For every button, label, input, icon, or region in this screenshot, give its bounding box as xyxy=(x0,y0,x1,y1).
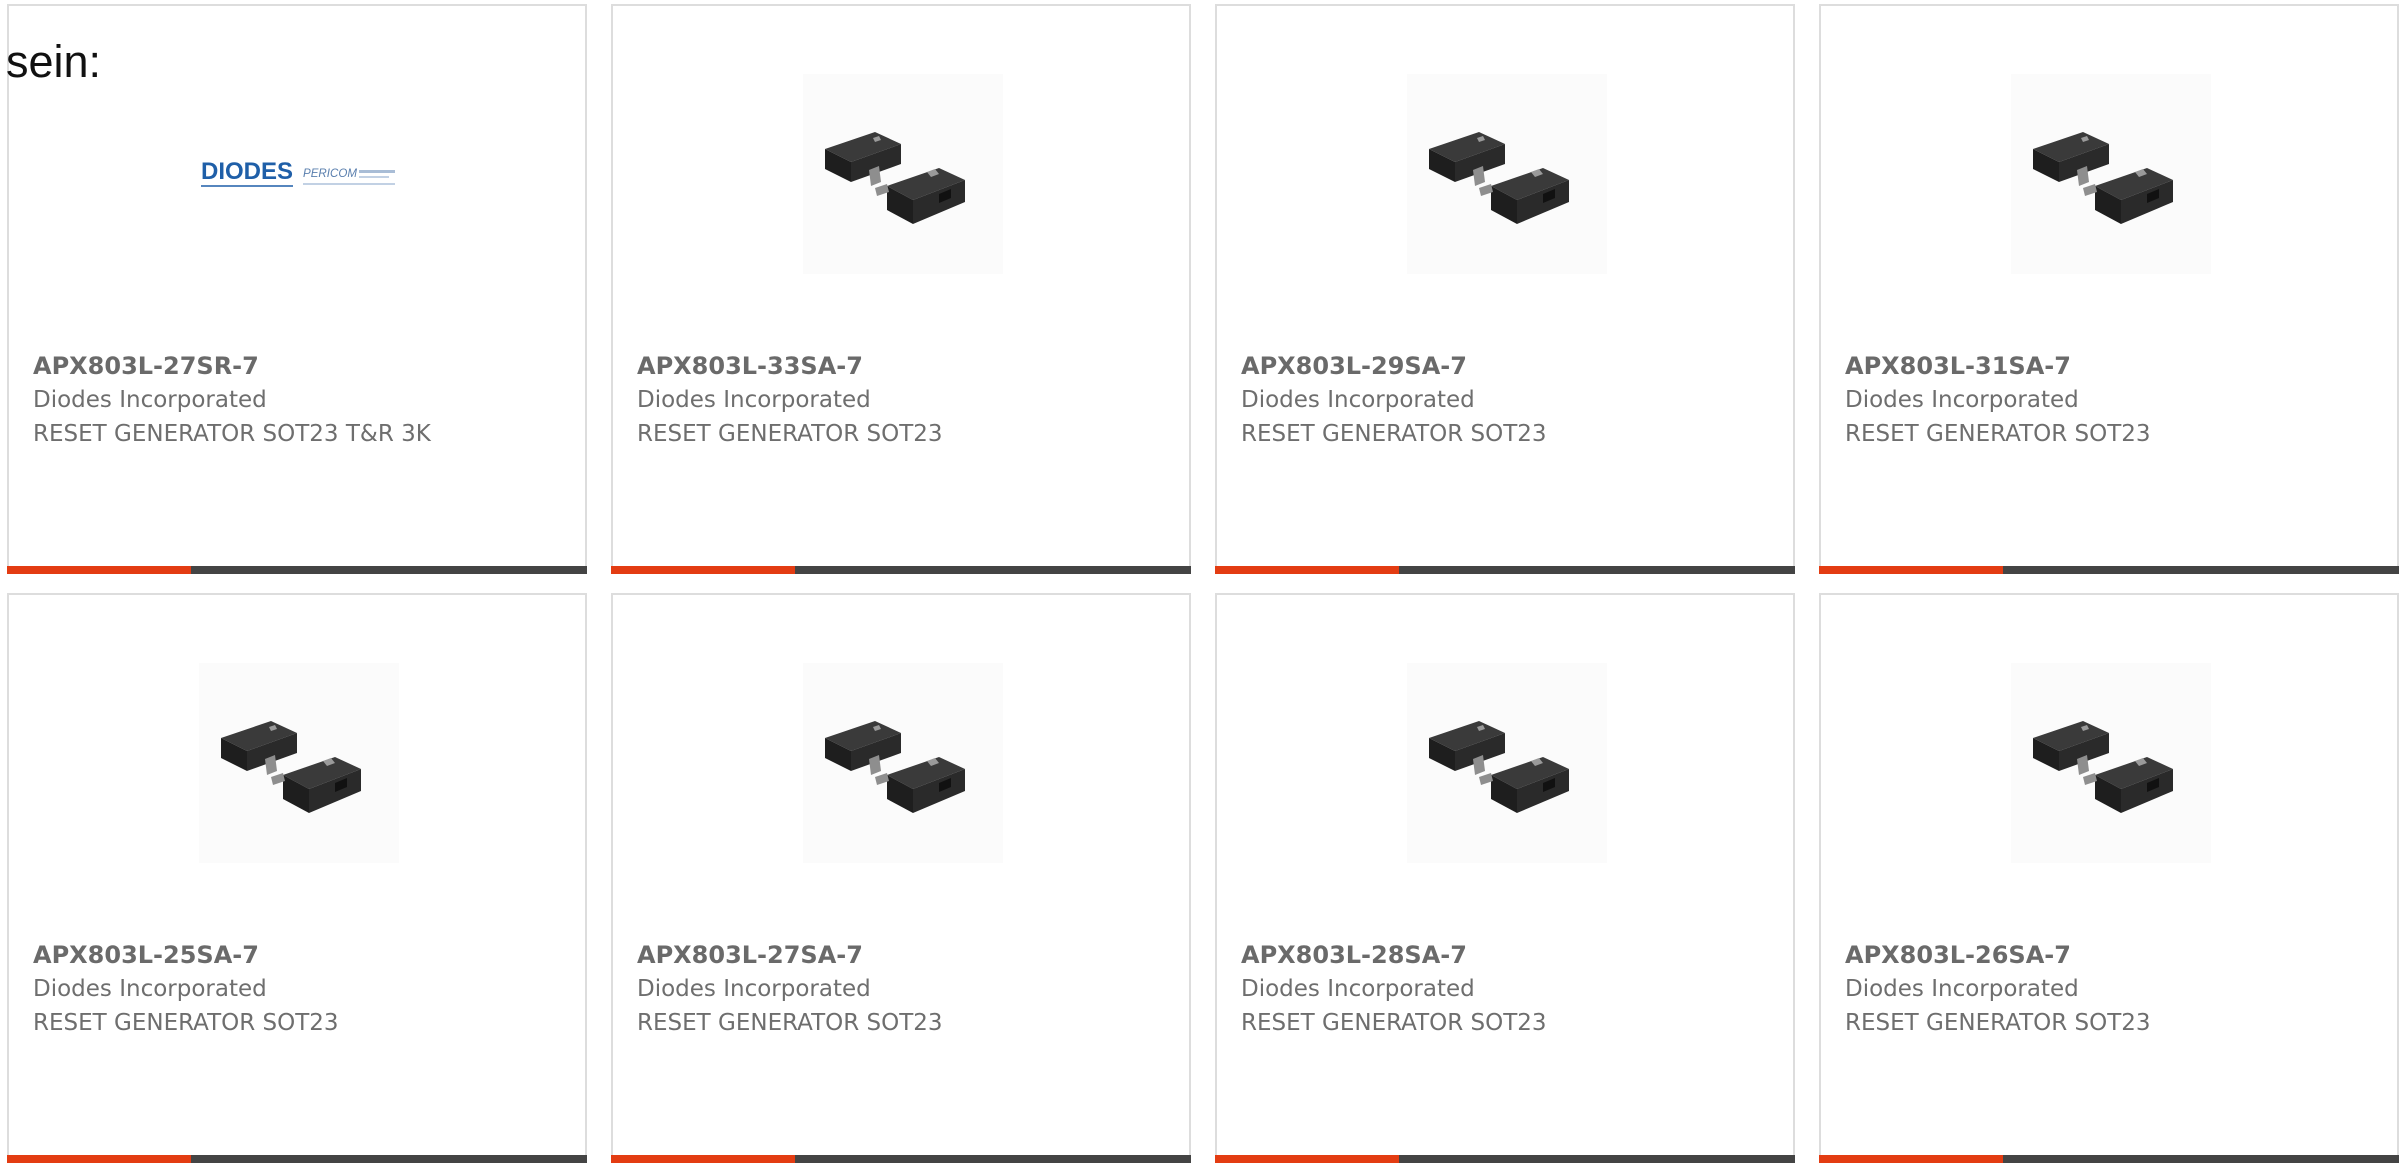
product-info: APX803L-26SA-7 Diodes Incorporated RESET… xyxy=(1845,938,2373,1040)
product-info: APX803L-28SA-7 Diodes Incorporated RESET… xyxy=(1241,938,1769,1040)
product-card[interactable]: APX803L-29SA-7 Diodes Incorporated RESET… xyxy=(1215,4,1795,574)
card-accent-fill xyxy=(1215,1155,1399,1163)
card-accent-fill xyxy=(7,1155,191,1163)
product-card[interactable]: APX803L-27SA-7 Diodes Incorporated RESET… xyxy=(611,593,1191,1163)
card-accent-bar xyxy=(1819,566,2399,574)
product-info: APX803L-27SA-7 Diodes Incorporated RESET… xyxy=(637,938,1165,1040)
manufacturer: Diodes Incorporated xyxy=(1845,387,2079,413)
manufacturer: Diodes Incorporated xyxy=(1845,976,2079,1002)
manufacturer: Diodes Incorporated xyxy=(1241,387,1475,413)
product-card[interactable]: APX803L-31SA-7 Diodes Incorporated RESET… xyxy=(1819,4,2399,574)
part-number[interactable]: APX803L-31SA-7 xyxy=(1845,349,2373,383)
sot23-package-icon xyxy=(825,132,965,224)
product-card[interactable]: APX803L-33SA-7 Diodes Incorporated RESET… xyxy=(611,4,1191,574)
product-image xyxy=(803,74,1003,274)
part-number[interactable]: APX803L-26SA-7 xyxy=(1845,938,2373,972)
card-accent-fill xyxy=(611,1155,795,1163)
product-description: RESET GENERATOR SOT23 xyxy=(637,1010,943,1036)
product-description: RESET GENERATOR SOT23 xyxy=(1241,421,1547,447)
product-image xyxy=(803,663,1003,863)
sot23-package-icon xyxy=(825,721,965,813)
manufacturer-logo: DIODES PERICOM xyxy=(199,74,399,274)
product-card[interactable]: APX803L-26SA-7 Diodes Incorporated RESET… xyxy=(1819,593,2399,1163)
card-accent-fill xyxy=(1215,566,1399,574)
svg-text:DIODES: DIODES xyxy=(201,158,293,185)
product-info: APX803L-33SA-7 Diodes Incorporated RESET… xyxy=(637,349,1165,451)
product-grid: DIODES PERICOM APX803L-27SR-7 Diodes Inc… xyxy=(7,4,2400,1163)
manufacturer: Diodes Incorporated xyxy=(1241,976,1475,1002)
manufacturer: Diodes Incorporated xyxy=(637,387,871,413)
manufacturer: Diodes Incorporated xyxy=(33,976,267,1002)
card-accent-fill xyxy=(7,566,191,574)
product-card[interactable]: APX803L-25SA-7 Diodes Incorporated RESET… xyxy=(7,593,587,1163)
card-accent-fill xyxy=(611,566,795,574)
card-accent-fill xyxy=(1819,1155,2003,1163)
part-number[interactable]: APX803L-33SA-7 xyxy=(637,349,1165,383)
part-number[interactable]: APX803L-28SA-7 xyxy=(1241,938,1769,972)
card-accent-bar xyxy=(1215,1155,1795,1163)
card-accent-bar xyxy=(611,1155,1191,1163)
product-image xyxy=(1407,663,1607,863)
sot23-package-icon xyxy=(1429,721,1569,813)
diodes-pericom-logo: DIODES PERICOM xyxy=(201,158,395,187)
product-image xyxy=(2011,74,2211,274)
card-accent-bar xyxy=(611,566,1191,574)
part-number[interactable]: APX803L-27SR-7 xyxy=(33,349,561,383)
svg-text:PERICOM: PERICOM xyxy=(303,166,357,180)
card-accent-bar xyxy=(1215,566,1795,574)
card-accent-bar xyxy=(1819,1155,2399,1163)
product-info: APX803L-29SA-7 Diodes Incorporated RESET… xyxy=(1241,349,1769,451)
product-card[interactable]: APX803L-28SA-7 Diodes Incorporated RESET… xyxy=(1215,593,1795,1163)
sot23-package-icon xyxy=(2033,721,2173,813)
card-accent-bar xyxy=(7,566,587,574)
product-image xyxy=(199,663,399,863)
sot23-package-icon xyxy=(1429,132,1569,224)
product-description: RESET GENERATOR SOT23 xyxy=(1241,1010,1547,1036)
part-number[interactable]: APX803L-27SA-7 xyxy=(637,938,1165,972)
product-description: RESET GENERATOR SOT23 xyxy=(1845,1010,2151,1036)
product-description: RESET GENERATOR SOT23 xyxy=(33,1010,339,1036)
card-accent-fill xyxy=(1819,566,2003,574)
product-info: APX803L-27SR-7 Diodes Incorporated RESET… xyxy=(33,349,561,451)
product-image xyxy=(2011,663,2211,863)
sot23-package-icon xyxy=(2033,132,2173,224)
product-image xyxy=(1407,74,1607,274)
product-description: RESET GENERATOR SOT23 T&R 3K xyxy=(33,421,431,447)
sot23-package-icon xyxy=(221,721,361,813)
manufacturer: Diodes Incorporated xyxy=(637,976,871,1002)
part-number[interactable]: APX803L-29SA-7 xyxy=(1241,349,1769,383)
card-accent-bar xyxy=(7,1155,587,1163)
part-number[interactable]: APX803L-25SA-7 xyxy=(33,938,561,972)
product-info: APX803L-25SA-7 Diodes Incorporated RESET… xyxy=(33,938,561,1040)
product-info: APX803L-31SA-7 Diodes Incorporated RESET… xyxy=(1845,349,2373,451)
manufacturer: Diodes Incorporated xyxy=(33,387,267,413)
intro-text: sein: xyxy=(6,36,102,87)
product-description: RESET GENERATOR SOT23 xyxy=(1845,421,2151,447)
product-description: RESET GENERATOR SOT23 xyxy=(637,421,943,447)
